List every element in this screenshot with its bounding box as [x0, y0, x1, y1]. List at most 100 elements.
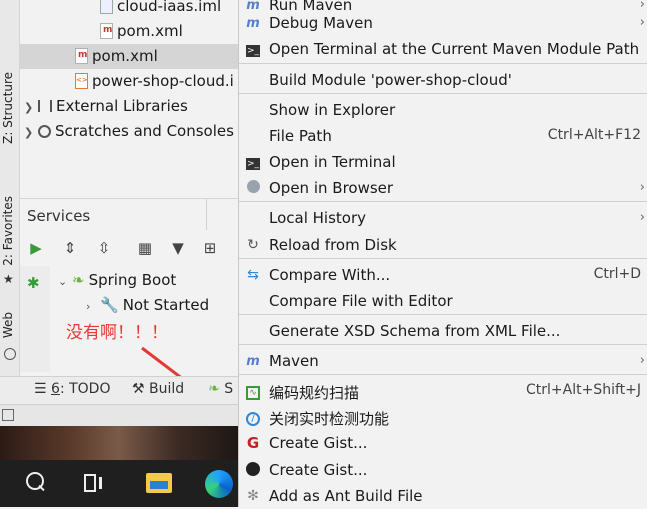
menu-item-7[interactable]: Open in Browser ›: [239, 175, 647, 201]
menu-item-label: Open in Browser: [269, 179, 394, 197]
bottom-tool-tabs: ☰ 6: TODO ⚒ Build ❧ S: [0, 376, 238, 405]
tree-item-pom-xml-inner[interactable]: pom.xml: [100, 18, 183, 44]
menu-item-label: Compare With...: [269, 266, 391, 284]
menu-item-shortcut: Ctrl+Alt+F12: [547, 127, 641, 143]
desktop-wallpaper: [0, 426, 238, 460]
menu-item-13[interactable]: m Maven ›: [239, 348, 647, 374]
tree-item-cloud-iaas-iml[interactable]: cloud-iaas.iml: [100, 0, 221, 19]
maven-icon: m: [246, 354, 260, 369]
menu-separator: [239, 314, 647, 315]
menu-item-16[interactable]: G Create Gist...: [239, 430, 647, 456]
tree-item-scratches[interactable]: ❯ Scratches and Consoles: [24, 119, 234, 144]
menu-item-label: Generate XSD Schema from XML File...: [269, 322, 561, 340]
expand-all-icon[interactable]: ⇕: [60, 238, 80, 258]
menu-item-17[interactable]: Create Gist...: [239, 457, 647, 483]
project-tree: cloud-iaas.iml pom.xml pom.xml power-sho…: [20, 0, 238, 198]
chevron-right-icon[interactable]: ❯: [24, 120, 38, 145]
terminal-icon: >_: [246, 45, 260, 57]
menu-item-10[interactable]: ⇆ Compare With... Ctrl+D: [239, 262, 647, 288]
favorites-tab[interactable]: 2: Favorites: [1, 196, 15, 266]
iml-file-icon: [100, 0, 113, 14]
menu-item-15[interactable]: / 关闭实时检测功能: [239, 404, 647, 430]
menu-item-11[interactable]: Compare File with Editor: [239, 288, 647, 314]
structure-tab[interactable]: Z: Structure: [1, 72, 15, 144]
run-icon[interactable]: ▶: [26, 238, 46, 258]
menu-item-label: Local History: [269, 209, 367, 227]
tree-item-external-libraries[interactable]: ❯ External Libraries: [24, 94, 188, 119]
menu-item-18[interactable]: ✻ Add as Ant Build File: [239, 483, 647, 509]
menu-item-shortcut: Ctrl+Alt+Shift+J: [525, 382, 641, 398]
spring-tab[interactable]: ❧ S: [208, 381, 233, 397]
star-icon: ★: [3, 272, 14, 286]
menu-item-6[interactable]: >_ Open in Terminal: [239, 149, 647, 175]
chevron-right-icon[interactable]: ❯: [24, 95, 38, 120]
ant-icon: ✻: [247, 488, 259, 504]
menu-item-label: Show in Explorer: [269, 101, 396, 119]
menu-separator: [239, 258, 647, 259]
menu-item-label: Debug Maven: [269, 14, 373, 32]
menu-item-9[interactable]: ↻ Reload from Disk: [239, 232, 647, 258]
menu-item-14[interactable]: ∿ 编码规约扫描 Ctrl+Alt+Shift+J: [239, 378, 647, 404]
menu-item-12[interactable]: Generate XSD Schema from XML File...: [239, 318, 647, 344]
web-tab[interactable]: Web: [1, 312, 15, 338]
menu-item-label: 关闭实时检测功能: [269, 410, 390, 428]
web-globe-icon: [4, 348, 16, 360]
todo-tab[interactable]: ☰ 6: TODO: [34, 381, 110, 397]
services-side-toolbar: ✱: [20, 266, 50, 372]
menu-item-5[interactable]: File Path Ctrl+Alt+F12: [239, 123, 647, 149]
submenu-arrow-icon: ›: [639, 180, 645, 195]
menu-item-1[interactable]: m Debug Maven ›: [239, 10, 647, 36]
status-bar: [0, 404, 238, 427]
menu-separator: [239, 201, 647, 202]
wrench-icon: 🔧: [100, 296, 119, 314]
menu-item-shortcut: Ctrl+D: [593, 266, 641, 282]
menu-item-label: Build Module 'power-shop-cloud': [269, 71, 512, 89]
globe-icon: [245, 180, 261, 196]
layout-toggle-icon[interactable]: [2, 409, 14, 421]
services-toolbar: ▶ ⇕ ⇳ ▦ ▼ ⊞: [20, 230, 238, 266]
spring-leaf-icon: ❧: [208, 381, 220, 397]
disable-icon: /: [245, 409, 261, 426]
edge-browser-icon[interactable]: [205, 470, 233, 498]
spring-leaf-icon: ❧: [72, 271, 85, 289]
tree-item-pom-xml-selected[interactable]: pom.xml: [20, 43, 238, 69]
chevron-right-icon[interactable]: ›: [86, 294, 100, 319]
menu-item-label: Add as Ant Build File: [269, 487, 423, 505]
scratches-icon: [38, 125, 51, 138]
submenu-arrow-icon: ›: [639, 353, 645, 368]
scan-icon: ∿: [245, 383, 261, 400]
menu-item-2[interactable]: >_ Open Terminal at the Current Maven Mod…: [239, 36, 647, 62]
todo-icon: ☰: [34, 381, 47, 397]
task-view-icon[interactable]: [84, 474, 104, 492]
menu-separator: [239, 93, 647, 94]
file-explorer-icon[interactable]: [146, 473, 172, 493]
tree-item-power-shop-cloud-iml[interactable]: power-shop-cloud.i: [75, 69, 234, 94]
menu-item-label: Compare File with Editor: [269, 292, 453, 310]
collapse-all-icon[interactable]: ⇳: [94, 238, 114, 258]
menu-separator: [239, 344, 647, 345]
left-tool-strip: Z: Structure 2: Favorites ★ Web: [0, 0, 20, 376]
group-icon[interactable]: ▦: [135, 238, 155, 258]
terminal-icon: >_: [246, 158, 260, 170]
menu-item-label: File Path: [269, 127, 332, 145]
filter-icon[interactable]: ▼: [168, 238, 188, 258]
add-service-icon[interactable]: ⊞: [200, 238, 220, 258]
menu-item-8[interactable]: Local History ›: [239, 205, 647, 231]
github-icon: [245, 462, 261, 478]
not-started-node[interactable]: › 🔧 Not Started: [86, 293, 209, 318]
menu-item-3[interactable]: Build Module 'power-shop-cloud': [239, 67, 647, 93]
menu-item-4[interactable]: Show in Explorer: [239, 97, 647, 123]
maven-file-icon: [100, 18, 113, 43]
build-tab[interactable]: ⚒ Build: [132, 381, 184, 397]
compare-icon: ⇆: [247, 267, 259, 283]
debug-bug-icon[interactable]: ✱: [27, 274, 40, 292]
reload-icon: ↻: [247, 237, 259, 253]
menu-item-label: Create Gist...: [269, 434, 368, 452]
libraries-icon: [38, 100, 52, 112]
gitee-icon: G: [246, 434, 260, 452]
xml-file-icon: [75, 73, 88, 89]
chevron-down-icon[interactable]: ⌄: [58, 269, 72, 294]
spring-boot-node[interactable]: ⌄ ❧ Spring Boot: [58, 268, 176, 293]
windows-taskbar: [0, 460, 238, 507]
context-menu: m Run Maven › m Debug Maven › >_ Open Terminal …: [238, 0, 647, 507]
